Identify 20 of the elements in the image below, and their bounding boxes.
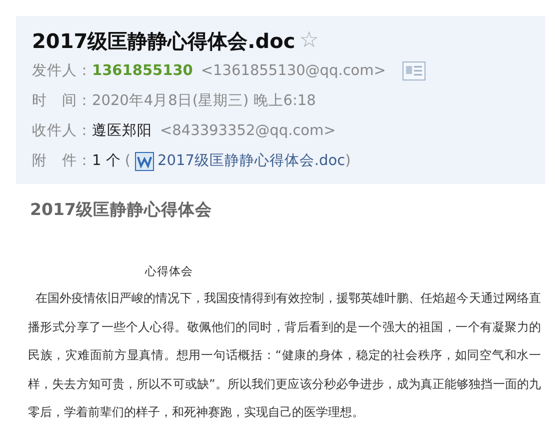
sender-address: <1361855130@qq.com> xyxy=(200,62,386,81)
email-subject: 2017级匡静静心得体会.doc xyxy=(32,28,296,55)
recipient-name: 遵医郑阳 xyxy=(92,122,152,141)
word-document-icon xyxy=(134,152,154,170)
sent-time: 2020年4月8日(星期三) 晚上6:18 xyxy=(92,92,316,111)
field-label: 附 件： xyxy=(32,152,92,171)
attachment-link[interactable]: 2017级匡静静心得体会.doc xyxy=(158,146,346,176)
parenthesis: ( xyxy=(124,152,131,171)
parenthesis: ) xyxy=(345,152,351,171)
star-icon[interactable]: ☆ xyxy=(299,30,319,52)
document-heading: 2017级匡静静心得体会 xyxy=(30,199,213,221)
field-label: 发件人： xyxy=(32,62,92,81)
field-label: 收件人： xyxy=(32,122,92,141)
recipient-address: <843393352@qq.com> xyxy=(160,122,336,141)
document-subtitle: 心得体会 xyxy=(145,262,194,280)
attachment-count: 1 个 xyxy=(92,152,121,171)
sender-name[interactable]: 1361855130 xyxy=(92,56,193,86)
body-paragraph: 在国外疫情依旧严峻的情况下，我国疫情得到有效控制，援鄂英雄叶鹏、任焰超今天通过网络直播形式分享了一些个人心得。敬佩他们的同时，背后看到的是一个强大的祖国，一个有凝聚力的民族，灾难面前方显真情。想用一句话概括：“健康的身体，稳定的社会秩序，如同空气和水一样，失去方知可贵，所以不可或缺”。所以我们更应该分秒必争进步，成为真正能够独挡一面的九零后，学着前辈们的样子，和死神赛跑，实现自己的医学理想。 xyxy=(28,290,541,421)
field-label: 时 间： xyxy=(32,92,92,111)
contact-card-icon[interactable] xyxy=(402,61,426,81)
